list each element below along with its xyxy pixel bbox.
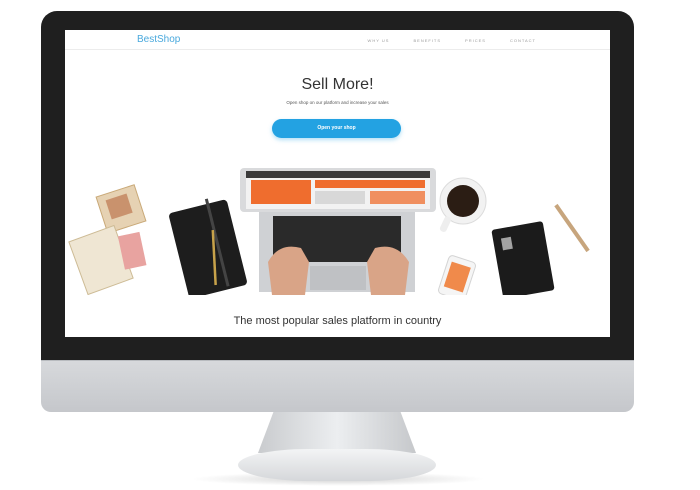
section-tagline: The most popular sales platform in count… xyxy=(233,315,442,327)
site-logo[interactable]: BestShop xyxy=(137,34,180,45)
top-nav: BestShop WHY US BENEFITS PRICES CONTACT xyxy=(65,30,610,50)
product-mockup: BestShop WHY US BENEFITS PRICES CONTACT … xyxy=(0,0,700,490)
pencil-icon xyxy=(554,203,590,253)
monitor-base xyxy=(238,449,436,481)
hero-subtitle: Open shop on our platform and increase y… xyxy=(286,100,389,105)
hero-title: Sell More! xyxy=(301,76,374,93)
open-shop-button[interactable]: Open your shop xyxy=(272,119,401,138)
notebook-right-icon xyxy=(491,221,555,295)
nav-item-contact[interactable]: CONTACT xyxy=(510,38,536,43)
monitor-neck xyxy=(258,411,416,453)
nav-menu: WHY US BENEFITS PRICES CONTACT xyxy=(368,38,536,43)
nav-item-benefits[interactable]: BENEFITS xyxy=(413,38,441,43)
monitor-chin xyxy=(41,360,634,412)
desk-scene-image xyxy=(68,168,590,295)
nav-item-prices[interactable]: PRICES xyxy=(465,38,486,43)
greeting-cards-icon xyxy=(68,184,147,295)
coffee-cup-icon xyxy=(439,177,487,232)
smartphone-icon xyxy=(438,255,476,295)
website-screen: BestShop WHY US BENEFITS PRICES CONTACT … xyxy=(65,30,610,337)
nav-item-why-us[interactable]: WHY US xyxy=(368,38,390,43)
notebook-left-icon xyxy=(169,198,247,295)
